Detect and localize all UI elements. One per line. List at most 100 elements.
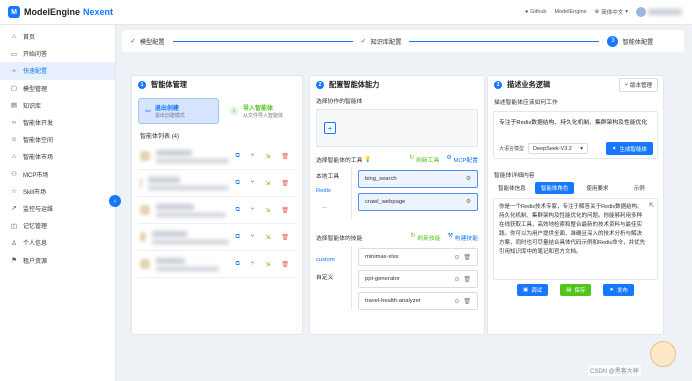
- tab-custom[interactable]: custom: [316, 252, 351, 268]
- sidebar-item[interactable]: ◫ 记忆管理: [0, 217, 115, 234]
- book-icon: ▤: [10, 102, 18, 110]
- chat-icon: ▭: [10, 50, 18, 58]
- build-icon: ⚒: [447, 233, 453, 239]
- step-agent[interactable]: 3 智能体配置: [607, 35, 653, 47]
- description-input[interactable]: 专注于Redis数据结构、持久化机制、集群架构及性能优化 大语言模型 DeepS…: [493, 111, 658, 159]
- sidebar-item[interactable]: ⌂ 智能体市场: [0, 148, 115, 165]
- copy-icon[interactable]: ⧉: [235, 153, 239, 160]
- skill-name: minimax-xlsx: [365, 254, 399, 260]
- agent-list-item[interactable]: ⧉ ⑂ ⇲ 🗑: [138, 143, 296, 170]
- modelengine-link[interactable]: ModelEngine: [555, 9, 587, 15]
- sidebar-item[interactable]: ▢ 模型管理: [0, 80, 115, 97]
- copy-icon[interactable]: ⧉: [235, 180, 239, 187]
- panel-title: 描述业务逻辑: [507, 80, 551, 89]
- mcp-config-button[interactable]: ⚙ MCP配置: [446, 155, 478, 164]
- delete-icon[interactable]: 🗑: [281, 234, 289, 241]
- skill-item[interactable]: travel-health-analyzer ⊙ 🗑: [358, 292, 478, 310]
- sidebar-item[interactable]: ▭ 开始问答: [0, 45, 115, 62]
- model-label: 大语言模型: [499, 146, 525, 152]
- sidebar-collapse-button[interactable]: ‹: [109, 195, 121, 207]
- export-icon[interactable]: ⇲: [265, 207, 270, 214]
- language-selector[interactable]: ⊕ 简体中文 ▾: [595, 8, 628, 16]
- gear-icon[interactable]: ⚙: [466, 176, 471, 182]
- tab-agent-info[interactable]: 智能体信息: [493, 182, 531, 194]
- copy-icon[interactable]: ⧉: [235, 261, 239, 268]
- add-collab-agent-button[interactable]: +: [324, 122, 336, 134]
- info-icon[interactable]: ⊙: [454, 298, 459, 305]
- share-icon[interactable]: ⑂: [251, 180, 255, 186]
- agent-list-item[interactable]: ⧉ ⑂ ⇲ 🗑: [138, 251, 296, 278]
- tab-usage-requirements[interactable]: 使用要求: [578, 182, 616, 194]
- delete-icon[interactable]: 🗑: [463, 276, 471, 283]
- mascot-icon[interactable]: [650, 341, 676, 367]
- tab-redis[interactable]: Redis: [316, 183, 351, 199]
- agent-list-item[interactable]: ⧉ ⑂ ⇲ 🗑: [138, 197, 296, 224]
- tab-more[interactable]: ...: [316, 199, 351, 215]
- tool-item[interactable]: bing_search ⚙: [358, 170, 478, 188]
- sidebar-item[interactable]: ‹› 智能体开发: [0, 114, 115, 131]
- delete-icon[interactable]: 🗑: [281, 261, 289, 268]
- user-name-redacted: [648, 9, 682, 15]
- delete-icon[interactable]: 🗑: [281, 207, 289, 214]
- debug-button[interactable]: ▣ 调试: [516, 284, 549, 296]
- share-icon[interactable]: ⑂: [251, 261, 255, 267]
- build-skills-button[interactable]: ⚒ 构建技能: [448, 233, 478, 242]
- version-management-button[interactable]: ⑂ 版本管理: [618, 78, 658, 92]
- export-icon[interactable]: ⇲: [265, 153, 270, 160]
- tab-local-tools[interactable]: 本地工具: [316, 167, 351, 183]
- expand-icon[interactable]: ⇱: [649, 202, 654, 209]
- tab-examples[interactable]: 示例: [620, 182, 658, 194]
- agent-list-item[interactable]: ⧉ ⑂ ⇲ 🗑: [138, 170, 296, 197]
- github-link[interactable]: ● Github: [525, 9, 547, 15]
- refresh-tools-button[interactable]: ↻ 刷新工具: [409, 155, 439, 164]
- sidebar-item-label: 租户资源: [23, 258, 48, 265]
- info-icon[interactable]: ⊙: [454, 276, 459, 283]
- import-subtitle: 从文件导入智能体: [242, 113, 283, 119]
- refresh-tools-label: 刷新工具: [416, 158, 440, 164]
- export-icon[interactable]: ⇲: [265, 180, 270, 187]
- sidebar-item[interactable]: ⚇ MCP市场: [0, 166, 115, 183]
- sidebar-item[interactable]: ♙ 个人信息: [0, 234, 115, 251]
- sidebar-item[interactable]: ✧ 快速配置: [0, 62, 115, 80]
- publish-button[interactable]: ➤ 发布: [603, 284, 635, 296]
- sidebar-item[interactable]: ☆ Skill市场: [0, 183, 115, 200]
- sidebar-item[interactable]: ☺ 智能体空间: [0, 131, 115, 148]
- agent-capability-panel: 2 配置智能体能力 选择协作的智能体 + 选择智能体的工具 💡 ↻ 刷新工具 ⚙ MC…: [309, 75, 485, 335]
- gear-icon[interactable]: ⚙: [466, 199, 471, 205]
- info-icon[interactable]: ⊙: [454, 254, 459, 261]
- copy-icon[interactable]: ⧉: [235, 234, 239, 241]
- import-agent-button[interactable]: ⇩ 导入智能体 从文件导入智能体: [225, 98, 296, 124]
- exit-create-button[interactable]: ⇦ 退出创建 退出创建模式: [138, 98, 219, 124]
- tab-self-defined[interactable]: 自定义: [316, 268, 351, 284]
- export-icon[interactable]: ⇲: [265, 234, 270, 241]
- save-button[interactable]: ▤ 保存: [560, 284, 592, 296]
- share-icon[interactable]: ⑂: [251, 234, 255, 240]
- sidebar-item[interactable]: ↗ 监控与运维: [0, 200, 115, 217]
- share-icon[interactable]: ⑂: [251, 207, 255, 213]
- delete-icon[interactable]: 🗑: [281, 153, 289, 160]
- copy-icon[interactable]: ⧉: [235, 207, 239, 214]
- agent-list-item[interactable]: ⧉ ⑂ ⇲ 🗑: [138, 224, 296, 251]
- export-icon[interactable]: ⇲: [265, 261, 270, 268]
- step-model[interactable]: ✓ 模型配置: [130, 37, 165, 46]
- sidebar-item[interactable]: ⌂ 首页: [0, 28, 115, 45]
- sidebar-item[interactable]: ▤ 知识库: [0, 97, 115, 114]
- share-icon[interactable]: ⑂: [251, 153, 255, 159]
- tab-agent-role[interactable]: 智能体角色: [534, 182, 575, 194]
- skill-item[interactable]: minimax-xlsx ⊙ 🗑: [358, 248, 478, 266]
- role-content-box[interactable]: 你是一个Redis技术专家，专注于解答关于Redis数据结构、持久化机制、集群架…: [493, 198, 658, 280]
- app-logo[interactable]: M ModelEngine Nexent: [8, 6, 113, 18]
- sidebar-list: ⌂ 首页 ▭ 开始问答 ✧ 快速配置 ▢ 模型管理 ▤ 知识库 ‹› 智能体开发 ☺ 智能体空间 ⌂ 智能体市…: [0, 25, 115, 269]
- sidebar-item[interactable]: ⚑ 租户资源: [0, 251, 115, 268]
- generate-agent-button[interactable]: ✦ 生成智能体: [605, 142, 653, 155]
- refresh-skills-button[interactable]: ↻ 刷新技能: [411, 233, 441, 242]
- skill-item[interactable]: ppt-generator ⊙ 🗑: [358, 270, 478, 288]
- step-number: 3: [607, 35, 619, 47]
- delete-icon[interactable]: 🗑: [463, 298, 471, 305]
- delete-icon[interactable]: 🗑: [281, 180, 289, 187]
- delete-icon[interactable]: 🗑: [463, 254, 471, 261]
- tool-item[interactable]: crawl_webpage ⚙: [358, 193, 478, 211]
- user-menu[interactable]: [636, 7, 682, 17]
- step-knowledge[interactable]: ✓ 知识库配置: [361, 37, 402, 46]
- model-select[interactable]: DeepSeek-V3.2 ▾: [528, 143, 589, 154]
